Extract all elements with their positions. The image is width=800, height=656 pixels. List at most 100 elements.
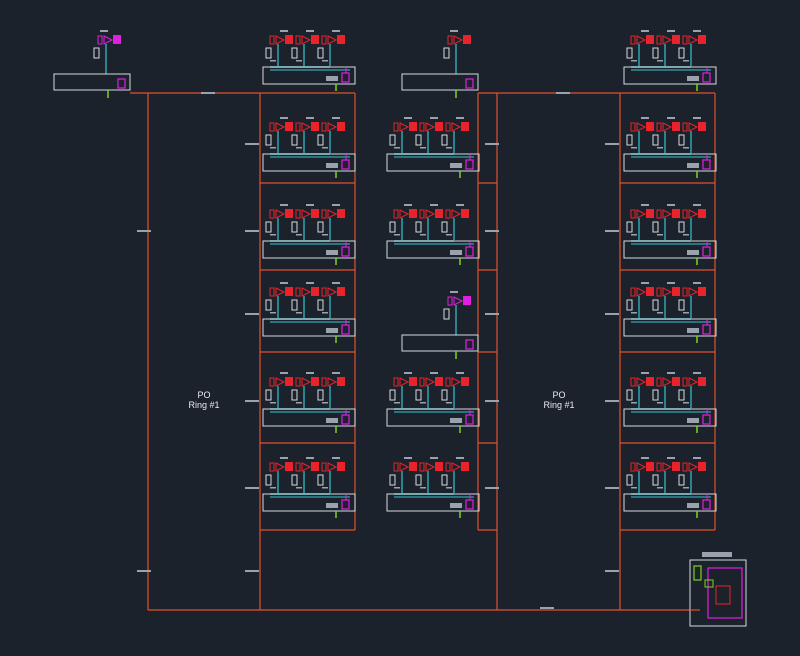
radio-block-icon: [646, 287, 654, 296]
unit-tag-mark: [446, 234, 452, 236]
power-unit-icon: [702, 72, 711, 83]
antenna-icon: [301, 377, 312, 387]
single-unit-group: [53, 30, 131, 98]
radio-block-icon: [337, 377, 345, 386]
cabinet-group: [262, 282, 356, 343]
connector-icon: [265, 389, 272, 401]
cabinet-label-mark: [687, 163, 699, 168]
connector-icon: [678, 47, 685, 59]
unit-tag-mark: [296, 402, 302, 404]
unit-tag-mark: [446, 487, 452, 489]
cabinet-group: [386, 117, 480, 178]
connector-icon: [291, 389, 298, 401]
antenna-icon: [453, 296, 464, 306]
connector-icon: [626, 221, 633, 233]
power-unit-icon: [465, 246, 474, 257]
connector-icon: [678, 299, 685, 311]
unit-tag-mark: [683, 312, 689, 314]
unit-tag-mark: [296, 487, 302, 489]
antenna-icon: [327, 122, 338, 132]
unit-tag-mark: [280, 372, 288, 374]
radio-block-icon: [672, 35, 680, 44]
radio-unit-icon: [295, 462, 301, 472]
radio-unit-icon: [445, 209, 451, 219]
radio-block-icon: [285, 462, 293, 471]
radio-block-icon: [409, 462, 417, 471]
unit-tag-mark: [322, 312, 328, 314]
unit-tag-mark: [332, 372, 340, 374]
radio-unit-icon: [269, 35, 275, 45]
unit-tag-mark: [430, 204, 438, 206]
single-unit-group: [401, 291, 479, 359]
cabinet-label-mark: [326, 418, 338, 423]
unit-tag-mark: [667, 30, 675, 32]
power-unit-icon: [341, 72, 350, 83]
ring-annotation-mark: [245, 313, 259, 315]
unit-tag-mark: [641, 30, 649, 32]
ring-annotation-mark: [605, 313, 619, 315]
antenna-icon: [301, 35, 312, 45]
cabinet-label-mark: [450, 418, 462, 423]
connector-icon: [415, 389, 422, 401]
radio-block-icon: [461, 462, 469, 471]
unit-tag-mark: [667, 204, 675, 206]
ring-annotation-mark: [485, 400, 499, 402]
unit-tag-mark: [270, 234, 276, 236]
connector-icon: [389, 134, 396, 146]
cabinet-group: [386, 457, 480, 518]
unit-tag-mark: [683, 147, 689, 149]
unit-tag-mark: [693, 372, 701, 374]
unit-tag-mark: [280, 204, 288, 206]
radio-block-icon: [337, 462, 345, 471]
connector-icon: [652, 299, 659, 311]
unit-tag-mark: [631, 312, 637, 314]
connector-icon: [652, 47, 659, 59]
antenna-icon: [399, 377, 410, 387]
unit-tag-mark: [394, 147, 400, 149]
connector-icon: [265, 221, 272, 233]
unit-tag-mark: [270, 402, 276, 404]
radio-block-icon: [672, 377, 680, 386]
connector-icon: [441, 221, 448, 233]
radio-unit-icon: [445, 122, 451, 132]
connector-icon: [291, 221, 298, 233]
antenna-icon: [662, 377, 673, 387]
unit-tag-mark: [404, 457, 412, 459]
ring-annotation-mark: [245, 487, 259, 489]
radio-unit-icon: [445, 377, 451, 387]
cabinet-group: [623, 372, 717, 433]
antenna-icon: [275, 35, 286, 45]
ring-title: PO: [552, 390, 566, 400]
connector-icon: [317, 299, 324, 311]
radio-block-icon: [698, 209, 706, 218]
unit-tag-mark: [394, 402, 400, 404]
radio-unit-icon: [656, 209, 662, 219]
radio-unit-icon: [321, 462, 327, 472]
radio-unit-icon: [269, 462, 275, 472]
antenna-icon: [636, 209, 647, 219]
unit-tag-mark: [641, 117, 649, 119]
power-unit-icon: [341, 414, 350, 425]
antenna-icon: [688, 377, 699, 387]
connector-icon: [291, 47, 298, 59]
cabinet-label-mark: [326, 503, 338, 508]
radio-block-icon: [672, 462, 680, 471]
radio-block-icon: [672, 287, 680, 296]
cabinet-label-mark: [326, 163, 338, 168]
antenna-icon: [688, 287, 699, 297]
power-unit-icon: [341, 246, 350, 257]
antenna-icon: [301, 209, 312, 219]
radio-block-icon: [113, 35, 121, 44]
unit-tag-mark: [430, 372, 438, 374]
ring-annotation-mark: [245, 230, 259, 232]
antenna-icon: [327, 209, 338, 219]
unit-tag-mark: [641, 204, 649, 206]
connector-icon: [265, 474, 272, 486]
splice-icon: [715, 585, 731, 605]
radio-unit-icon: [295, 209, 301, 219]
radio-unit-icon: [682, 462, 688, 472]
radio-block-icon: [646, 35, 654, 44]
unit-tag-mark: [404, 204, 412, 206]
ring-annotation-mark: [605, 143, 619, 145]
cabinet-group: [262, 204, 356, 265]
